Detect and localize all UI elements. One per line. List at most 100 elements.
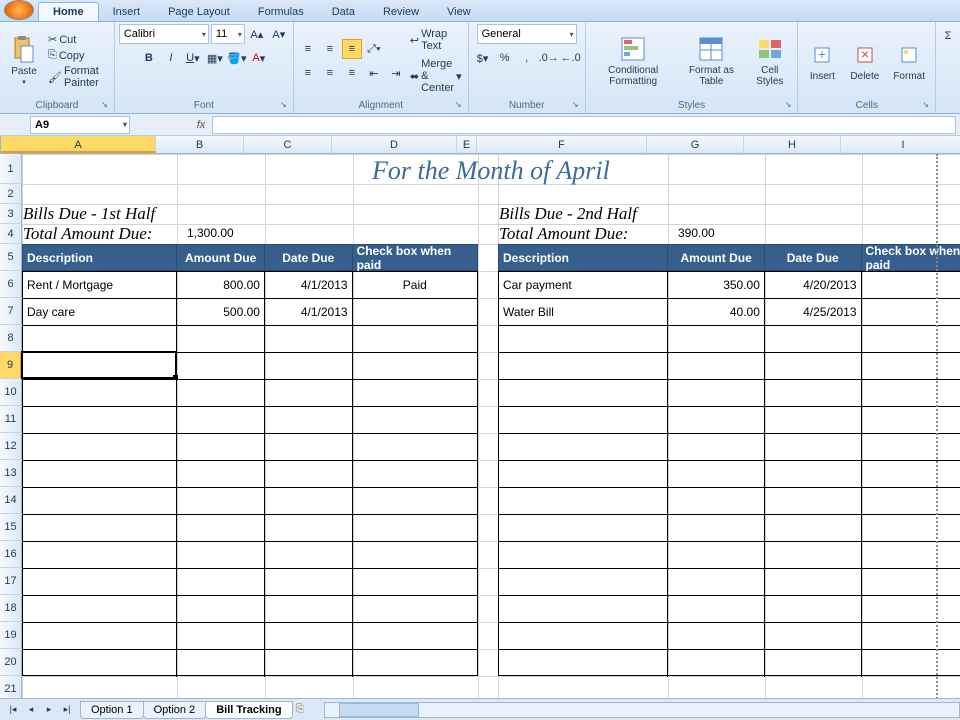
table-cell[interactable] — [265, 623, 353, 649]
row-header-13[interactable]: 13 — [0, 460, 22, 487]
sheet-tab[interactable]: Bill Tracking — [205, 701, 292, 719]
table-cell[interactable] — [353, 515, 477, 541]
row-header-2[interactable]: 2 — [0, 184, 22, 204]
tab-data[interactable]: Data — [318, 3, 369, 21]
table-cell[interactable] — [353, 650, 477, 677]
table-cell[interactable] — [499, 515, 668, 541]
insert-button[interactable]: +Insert — [802, 37, 842, 86]
delete-button[interactable]: ×Delete — [844, 37, 885, 86]
table-cell[interactable] — [177, 596, 265, 622]
row-header-12[interactable]: 12 — [0, 433, 22, 460]
table-cell[interactable] — [265, 380, 353, 406]
table-cell[interactable]: 4/1/2013 — [265, 272, 353, 298]
row-header-6[interactable]: 6 — [0, 271, 22, 298]
row-header-7[interactable]: 7 — [0, 298, 22, 325]
table-cell[interactable] — [765, 623, 862, 649]
col-header-A[interactable]: A — [1, 136, 156, 153]
row-header-9[interactable]: 9 — [0, 352, 22, 379]
align-top-icon[interactable]: ≡ — [298, 39, 318, 59]
table-cell[interactable] — [353, 434, 477, 460]
office-button[interactable] — [4, 0, 34, 20]
table-cell[interactable] — [177, 461, 265, 487]
table-cell[interactable] — [765, 542, 862, 568]
row-header-10[interactable]: 10 — [0, 379, 22, 406]
table-cell[interactable] — [765, 407, 862, 433]
fill-color-button[interactable]: 🪣▾ — [227, 48, 247, 68]
row-header-5[interactable]: 5 — [0, 244, 22, 271]
table-cell[interactable] — [23, 515, 177, 541]
currency-icon[interactable]: $▾ — [473, 48, 493, 68]
table-cell[interactable] — [353, 542, 477, 568]
table-cell[interactable] — [353, 299, 477, 325]
format-painter-button[interactable]: 🖌Format Painter — [46, 64, 110, 90]
table-cell[interactable]: 4/20/2013 — [765, 272, 862, 298]
table-cell[interactable] — [265, 353, 353, 379]
row-header-8[interactable]: 8 — [0, 325, 22, 352]
scroll-thumb[interactable] — [339, 703, 419, 717]
col-header-E[interactable]: E — [457, 136, 477, 153]
col-header-F[interactable]: F — [477, 136, 647, 153]
table-cell[interactable] — [668, 488, 765, 514]
table-cell[interactable] — [862, 542, 960, 568]
table-cell[interactable] — [23, 596, 177, 622]
table-cell[interactable] — [23, 542, 177, 568]
table-cell[interactable] — [499, 461, 668, 487]
tab-formulas[interactable]: Formulas — [244, 3, 318, 21]
col-header-I[interactable]: I — [841, 136, 960, 153]
row-header-21[interactable]: 21 — [0, 676, 22, 698]
decrease-font-icon[interactable]: A▾ — [269, 24, 289, 44]
table-cell[interactable] — [353, 596, 477, 622]
number-format-combo[interactable]: General▾ — [477, 24, 577, 44]
name-box[interactable]: A9▾ — [30, 116, 130, 134]
table-cell[interactable] — [862, 353, 960, 379]
table-cell[interactable] — [499, 650, 668, 677]
table-cell[interactable] — [265, 650, 353, 677]
table-cell[interactable] — [668, 542, 765, 568]
align-right-icon[interactable]: ≡ — [342, 63, 362, 83]
table-cell[interactable] — [765, 569, 862, 595]
align-bottom-icon[interactable]: ≡ — [342, 39, 362, 59]
table-cell[interactable] — [499, 353, 668, 379]
increase-indent-icon[interactable]: ⇥ — [386, 63, 406, 83]
h-scrollbar[interactable] — [324, 702, 960, 718]
col-header-B[interactable]: B — [156, 136, 244, 153]
table-cell[interactable] — [765, 353, 862, 379]
table-cell[interactable] — [353, 461, 477, 487]
table-cell[interactable] — [668, 515, 765, 541]
table-cell[interactable] — [499, 569, 668, 595]
active-cell[interactable] — [21, 351, 177, 379]
row-header-14[interactable]: 14 — [0, 487, 22, 514]
row-header-11[interactable]: 11 — [0, 406, 22, 433]
table-cell[interactable] — [765, 488, 862, 514]
table-cell[interactable] — [265, 461, 353, 487]
decrease-indent-icon[interactable]: ⇤ — [364, 63, 384, 83]
table-cell[interactable] — [862, 434, 960, 460]
table-cell[interactable] — [862, 461, 960, 487]
table-cell[interactable]: Car payment — [499, 272, 668, 298]
table-cell[interactable] — [23, 569, 177, 595]
table-cell[interactable] — [668, 569, 765, 595]
sheet-prev-icon[interactable]: ◂ — [22, 704, 40, 715]
row-header-18[interactable]: 18 — [0, 595, 22, 622]
inc-decimal-icon[interactable]: .0→ — [539, 48, 559, 68]
table-cell[interactable] — [862, 407, 960, 433]
table-cell[interactable] — [353, 353, 477, 379]
table-cell[interactable]: 800.00 — [177, 272, 265, 298]
sheet-first-icon[interactable]: |◂ — [4, 704, 22, 715]
table-cell[interactable] — [668, 623, 765, 649]
border-button[interactable]: ▦▾ — [205, 48, 225, 68]
table-cell[interactable]: 500.00 — [177, 299, 265, 325]
table-cell[interactable] — [668, 434, 765, 460]
table-cell[interactable] — [265, 569, 353, 595]
align-center-icon[interactable]: ≡ — [320, 63, 340, 83]
table-cell[interactable] — [862, 380, 960, 406]
font-name-combo[interactable]: Calibri▾ — [119, 24, 209, 44]
table-cell[interactable] — [265, 542, 353, 568]
table-cell[interactable] — [499, 488, 668, 514]
col-header-G[interactable]: G — [647, 136, 744, 153]
table-cell[interactable] — [862, 650, 960, 677]
col-header-H[interactable]: H — [744, 136, 841, 153]
table-cell[interactable] — [353, 623, 477, 649]
table-cell[interactable] — [668, 596, 765, 622]
table-cell[interactable] — [765, 434, 862, 460]
